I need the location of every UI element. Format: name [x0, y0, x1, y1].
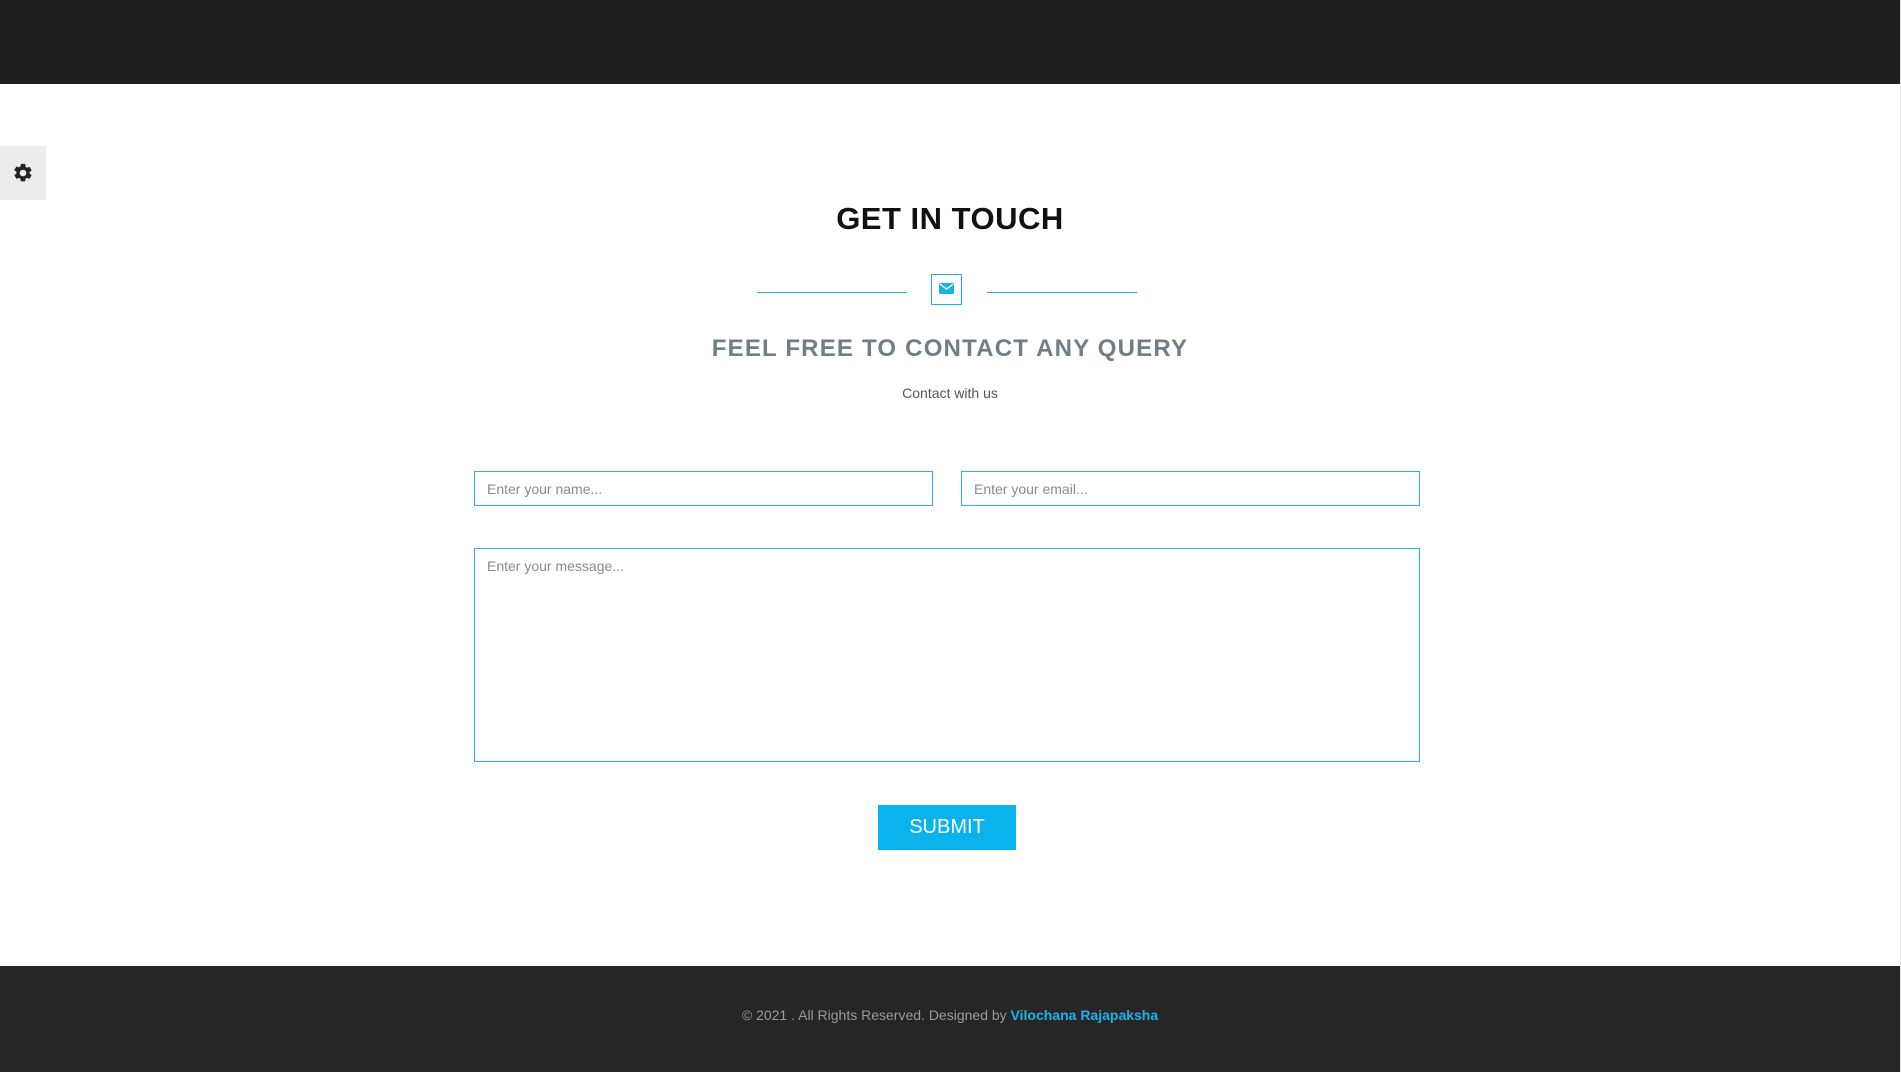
envelope-icon — [939, 281, 954, 299]
section-title: GET IN TOUCH — [836, 201, 1064, 236]
divider-line-left — [757, 292, 907, 293]
copyright-text: © 2021 . All Rights Reserved. Designed b… — [741, 1007, 1007, 1023]
divider-line-right — [987, 292, 1137, 293]
submit-button[interactable]: SUBMIT — [878, 805, 1016, 850]
footer: © 2021 . All Rights Reserved. Designed b… — [0, 966, 1900, 1072]
message-textarea[interactable] — [474, 548, 1420, 762]
envelope-badge — [931, 274, 962, 305]
contact-section: GET IN TOUCH FEEL FREE TO CONTACT ANY QU… — [0, 84, 1900, 966]
footer-copyright: © 2021 . All Rights Reserved. Designed b… — [0, 1007, 1900, 1023]
section-tagline: Contact with us — [902, 385, 998, 401]
top-navbar — [0, 0, 1900, 84]
section-subtitle: FEEL FREE TO CONTACT ANY QUERY — [711, 335, 1189, 362]
page: GET IN TOUCH FEEL FREE TO CONTACT ANY QU… — [0, 0, 1901, 1072]
email-input[interactable] — [961, 471, 1420, 506]
title-divider — [757, 274, 1137, 310]
name-input[interactable] — [474, 471, 933, 506]
designer-link[interactable]: Vilochana Rajapaksha — [1011, 1007, 1159, 1023]
